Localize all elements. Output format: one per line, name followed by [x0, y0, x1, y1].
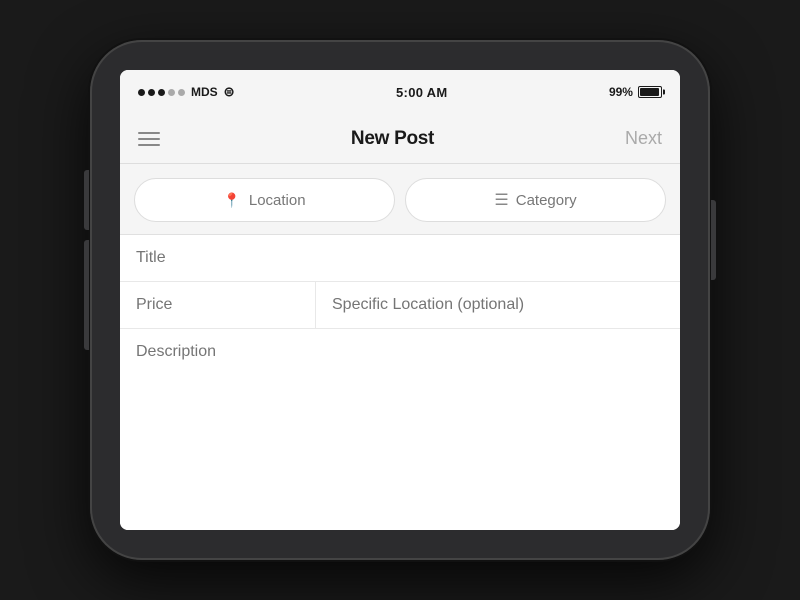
hamburger-line-1	[138, 132, 160, 134]
status-right: 99%	[609, 85, 662, 99]
signal-dot-2	[148, 89, 155, 96]
status-left: MDS ⊜	[138, 84, 235, 100]
signal-dot-3	[158, 89, 165, 96]
signal-dot-5	[178, 89, 185, 96]
filter-row: 📍 Location ☰ Category	[120, 164, 680, 235]
description-input[interactable]	[136, 343, 664, 361]
specific-location-input[interactable]	[332, 296, 664, 314]
phone-frame: MDS ⊜ 5:00 AM 99% New Post Next	[90, 40, 710, 560]
hamburger-line-2	[138, 138, 160, 140]
price-input-label	[120, 282, 316, 328]
battery-fill	[640, 88, 659, 96]
description-field-row	[120, 329, 680, 530]
category-button[interactable]: ☰ Category	[405, 178, 666, 222]
battery-percent: 99%	[609, 85, 633, 99]
wifi-icon: ⊜	[224, 84, 235, 100]
carrier-name: MDS	[191, 85, 218, 99]
price-location-row	[120, 282, 680, 329]
category-icon: ☰	[494, 190, 507, 210]
price-input[interactable]	[136, 296, 299, 314]
page-title: New Post	[351, 128, 434, 150]
location-button[interactable]: 📍 Location	[134, 178, 395, 222]
form-area	[120, 235, 680, 530]
menu-button[interactable]	[138, 132, 160, 146]
battery-body	[638, 86, 662, 98]
screen: MDS ⊜ 5:00 AM 99% New Post Next	[120, 70, 680, 530]
location-label: Location	[249, 192, 306, 209]
title-field-row	[120, 235, 680, 282]
status-time: 5:00 AM	[396, 85, 447, 100]
hamburger-line-3	[138, 144, 160, 146]
nav-bar: New Post Next	[120, 114, 680, 164]
signal-dot-4	[168, 89, 175, 96]
battery-icon	[638, 86, 662, 98]
category-label: Category	[516, 192, 577, 209]
next-button[interactable]: Next	[625, 128, 662, 149]
signal-dot-1	[138, 89, 145, 96]
location-pin-icon: 📍	[223, 192, 240, 209]
specific-location-field	[316, 282, 680, 328]
title-input[interactable]	[136, 249, 664, 267]
signal-dots	[138, 89, 185, 96]
status-bar: MDS ⊜ 5:00 AM 99%	[120, 70, 680, 114]
content-area: 📍 Location ☰ Category	[120, 164, 680, 530]
